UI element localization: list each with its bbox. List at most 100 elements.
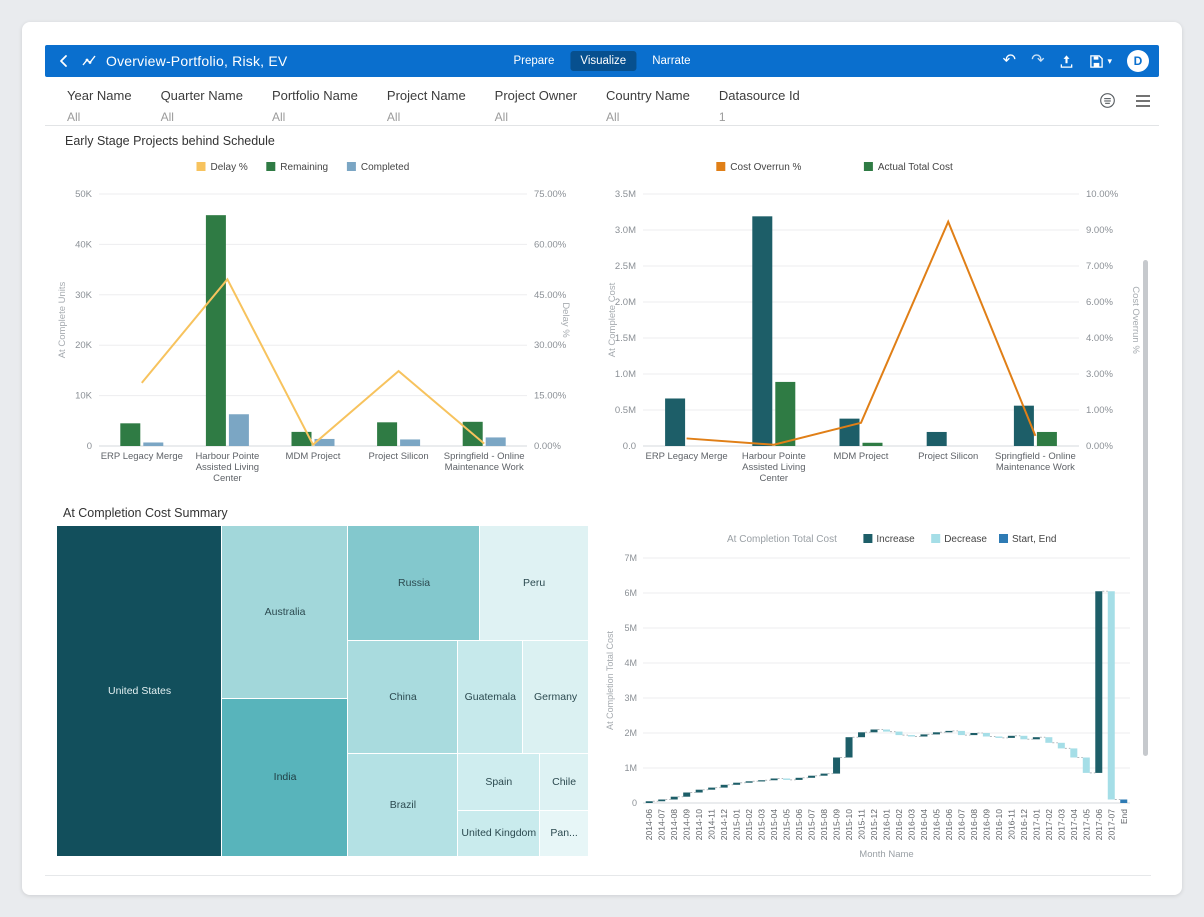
treemap-label: Peru <box>523 577 545 589</box>
treemap-tile-united-states[interactable]: United States <box>57 526 222 856</box>
treemap-tile-united-kingdom[interactable]: United Kingdom <box>458 811 540 856</box>
waterfall-bar[interactable] <box>933 732 940 734</box>
waterfall-bar[interactable] <box>746 781 753 782</box>
waterfall-bar[interactable] <box>671 797 678 800</box>
waterfall-bar[interactable] <box>1020 736 1027 740</box>
treemap-tile-india[interactable]: India <box>222 699 348 856</box>
save-caret-icon[interactable]: ▾ <box>1107 56 1112 67</box>
bar[interactable] <box>863 443 883 446</box>
waterfall-bar[interactable] <box>758 780 765 781</box>
waterfall-bar[interactable] <box>783 779 790 780</box>
completion-cost-waterfall[interactable]: At Completion Total CostIncreaseDecrease… <box>603 522 1141 862</box>
waterfall-bar[interactable] <box>1008 736 1015 738</box>
waterfall-bar[interactable] <box>871 730 878 733</box>
treemap-tile-germany[interactable]: Germany <box>523 641 588 754</box>
treemap-label: Germany <box>534 691 577 703</box>
waterfall-bar[interactable] <box>733 783 740 785</box>
waterfall-bar[interactable] <box>883 730 890 732</box>
waterfall-bar[interactable] <box>721 785 728 788</box>
treemap-tile-chile[interactable]: Chile <box>540 754 588 811</box>
waterfall-bar[interactable] <box>1033 737 1040 739</box>
tab-visualize[interactable]: Visualize <box>570 51 636 71</box>
treemap-tile-brazil[interactable]: Brazil <box>348 754 458 856</box>
line-series[interactable] <box>687 222 1036 445</box>
tab-prepare[interactable]: Prepare <box>503 51 564 71</box>
waterfall-bar[interactable] <box>821 774 828 776</box>
bar[interactable] <box>377 422 397 446</box>
waterfall-bar[interactable] <box>1095 591 1102 773</box>
bar[interactable] <box>665 398 685 446</box>
vertical-scrollbar[interactable] <box>1143 260 1148 756</box>
bar[interactable] <box>927 432 947 446</box>
bar[interactable] <box>775 382 795 446</box>
filter-portfolio-name[interactable]: Portfolio NameAll <box>272 88 358 124</box>
waterfall-bar[interactable] <box>995 737 1002 738</box>
delay-remaining-completed-chart[interactable]: Delay %RemainingCompleted010K20K30K40K50… <box>53 152 571 486</box>
filter-project-owner[interactable]: Project OwnerAll <box>495 88 577 124</box>
waterfall-bar[interactable] <box>920 734 927 736</box>
waterfall-bar[interactable] <box>696 790 703 793</box>
bar[interactable] <box>400 439 420 446</box>
bar[interactable] <box>229 414 249 446</box>
filter-project-name[interactable]: Project NameAll <box>387 88 466 124</box>
waterfall-bar[interactable] <box>708 788 715 790</box>
treemap-tile-china[interactable]: China <box>348 641 458 754</box>
filter-year-name[interactable]: Year NameAll <box>67 88 132 124</box>
waterfall-bar[interactable] <box>858 732 865 737</box>
svg-text:20K: 20K <box>75 340 93 351</box>
waterfall-bar[interactable] <box>796 778 803 780</box>
filter-bar-settings-icon[interactable] <box>1099 92 1116 109</box>
waterfall-bar[interactable] <box>1070 748 1077 757</box>
bar[interactable] <box>486 437 506 446</box>
waterfall-bar[interactable] <box>833 758 840 774</box>
undo-icon[interactable]: ↶ <box>1003 53 1016 69</box>
waterfall-bar[interactable] <box>983 733 990 737</box>
redo-icon[interactable]: ↷ <box>1031 53 1044 69</box>
waterfall-bar[interactable] <box>646 801 653 803</box>
waterfall-bar[interactable] <box>1083 758 1090 773</box>
treemap-tile-pan-[interactable]: Pan... <box>540 811 588 856</box>
waterfall-bar[interactable] <box>908 735 915 736</box>
waterfall-bar[interactable] <box>808 776 815 778</box>
treemap-label: United States <box>108 685 171 697</box>
bar[interactable] <box>1037 432 1057 446</box>
completion-cost-treemap[interactable]: United States AustraliaIndiaRussia Peru Chi… <box>57 526 588 856</box>
avatar[interactable]: D <box>1127 50 1149 72</box>
tab-narrate[interactable]: Narrate <box>642 51 700 71</box>
waterfall-bar[interactable] <box>1045 737 1052 743</box>
waterfall-bar[interactable] <box>846 737 853 757</box>
waterfall-bar[interactable] <box>945 731 952 732</box>
waterfall-bar[interactable] <box>658 800 665 802</box>
back-button[interactable] <box>55 52 72 70</box>
bar[interactable] <box>840 419 860 446</box>
filter-label: Year Name <box>67 88 132 103</box>
bar[interactable] <box>752 216 772 446</box>
bar[interactable] <box>120 423 140 446</box>
line-series[interactable] <box>142 279 484 444</box>
waterfall-bar[interactable] <box>970 733 977 735</box>
save-button[interactable]: ▾ <box>1089 54 1112 69</box>
treemap-tile-spain[interactable]: Spain <box>458 754 540 811</box>
waterfall-bar[interactable] <box>771 779 778 781</box>
waterfall-bar[interactable] <box>958 731 965 735</box>
treemap-tile-australia[interactable]: Australia <box>222 526 348 699</box>
bar[interactable] <box>143 442 163 446</box>
filter-country-name[interactable]: Country NameAll <box>606 88 690 124</box>
svg-text:2015-12: 2015-12 <box>869 809 879 840</box>
filter-datasource-id[interactable]: Datasource Id1 <box>719 88 800 124</box>
filter-quarter-name[interactable]: Quarter NameAll <box>161 88 243 124</box>
treemap-tile-russia[interactable]: Russia <box>348 526 480 641</box>
waterfall-bar[interactable] <box>683 793 690 797</box>
canvas-menu-icon[interactable] <box>1135 94 1151 108</box>
waterfall-bar[interactable] <box>1120 800 1127 804</box>
svg-text:2014-10: 2014-10 <box>694 809 704 840</box>
waterfall-bar[interactable] <box>1108 591 1115 799</box>
export-icon[interactable] <box>1059 54 1074 69</box>
svg-text:1M: 1M <box>624 763 637 773</box>
bar[interactable] <box>206 215 226 446</box>
waterfall-bar[interactable] <box>895 732 902 736</box>
treemap-tile-peru[interactable]: Peru <box>480 526 588 641</box>
waterfall-bar[interactable] <box>1058 743 1065 749</box>
treemap-tile-guatemala[interactable]: Guatemala <box>458 641 523 754</box>
cost-overrun-actual-cost-chart[interactable]: Cost Overrun %Actual Total Cost0.00.5M1.… <box>603 152 1141 486</box>
